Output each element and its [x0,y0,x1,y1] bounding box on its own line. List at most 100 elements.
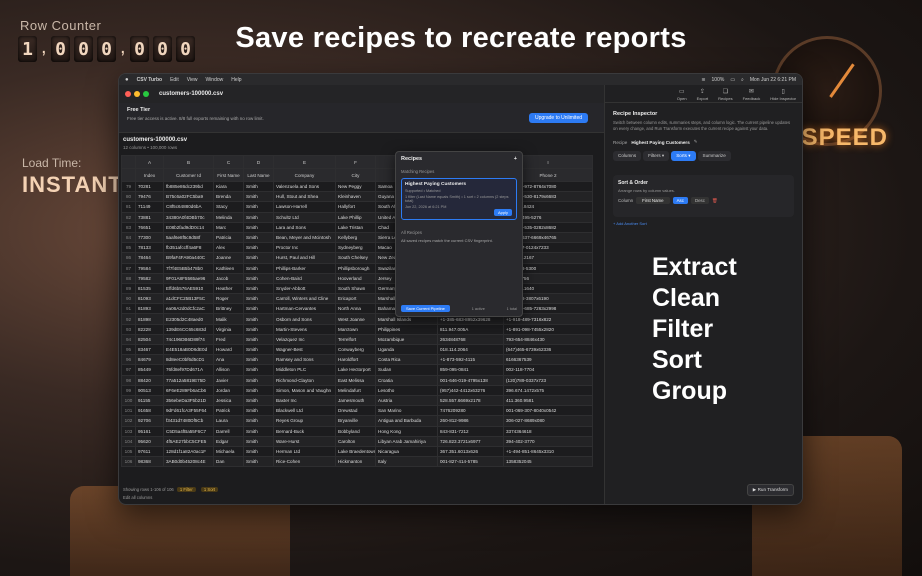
table-cell[interactable]: Smith [243,211,274,223]
desc-button[interactable]: Desc [690,197,709,204]
table-cell[interactable]: C8f5c64880d6bA [163,201,214,213]
table-cell[interactable]: Dan [213,456,244,468]
sort-badge[interactable]: 1 Sort [200,487,219,492]
table-row[interactable]: 93 82228 139dE6CC65c683d Virginia Smith Marti… [121,323,593,335]
table-cell[interactable]: Austria [375,394,438,407]
table-cell[interactable]: Hickmanton [335,456,376,468]
table-cell[interactable]: 811.947.005A [437,323,504,335]
table-cell[interactable]: Antigua and Barbuda [375,415,438,427]
run-transform-button[interactable]: ▶ Run Transform [746,484,794,496]
table-cell[interactable]: Phillips-Barker [273,262,336,274]
table-cell[interactable]: (120)789-0337x723 [503,374,593,386]
table-cell[interactable]: 91658 [135,405,164,417]
table-cell[interactable]: Osborn and Sons [273,313,336,325]
table-cell[interactable]: 394-402-3770 [503,435,593,447]
table-cell[interactable]: Lake Tristan [335,221,376,233]
table-cell[interactable]: Marctown [335,323,376,335]
trash-icon[interactable]: 🗑 [712,198,718,204]
table-cell[interactable]: 411.360.9581 [503,394,593,407]
row-number[interactable]: 89 [121,282,136,295]
column-select[interactable]: First Name [636,197,670,204]
minimize-button[interactable] [134,91,140,97]
toolbar-export-button[interactable]: ⇪ Export [697,88,709,101]
table-cell[interactable]: B75c6a02FC5ba9 [163,191,214,203]
table-cell[interactable]: 4f5AE27bbC5CFE5 [163,435,214,447]
tab-sorts[interactable]: Sorts ▾ [671,151,696,161]
table-cell[interactable]: 70281 [135,180,164,193]
row-number[interactable]: 102 [121,415,136,427]
table-cell[interactable]: 793-654-8846x430 [503,333,593,346]
table-cell[interactable]: 3AB0d0b45208c4E [163,456,214,468]
table-cell[interactable]: Carroll, Winters and Cline [273,293,336,305]
table-cell[interactable]: Hooverland [335,272,376,284]
table-cell[interactable]: fb351afccff4a6F8 [163,242,214,254]
table-cell[interactable]: a1dCFC25B13F5C [163,293,214,305]
table-cell[interactable]: Smith [243,374,274,386]
table-cell[interactable]: 2634848768 [437,333,504,346]
table-cell[interactable]: Darrell [213,425,244,437]
table-cell[interactable]: Smith [243,405,274,417]
table-cell[interactable]: Fred [213,333,244,346]
column-header[interactable]: Company [273,168,336,182]
table-cell[interactable]: 91155 [135,394,164,407]
table-cell[interactable]: 88420 [135,374,164,386]
table-cell[interactable]: Bryanville [335,415,376,427]
menu-window[interactable]: Window [205,77,223,83]
table-cell[interactable]: 85449 [135,364,164,376]
table-row[interactable]: 97 85449 76fd8ef97Dd671A Allison Smith Middle… [121,364,593,376]
table-cell[interactable]: 73881 [135,211,164,223]
table-cell[interactable]: Wagner-Best [273,343,336,356]
table-cell[interactable]: Smith [243,435,274,447]
table-cell[interactable]: 71149 [135,201,164,213]
table-cell[interactable]: Ana [213,354,244,366]
table-cell[interactable]: 79584 [135,262,164,274]
table-row[interactable]: 105 97611 128d1f1a82A0ac1F Michaela Smith Her… [121,445,593,458]
table-cell[interactable]: 95161 [135,425,164,437]
table-cell[interactable]: Mozambique [375,333,438,346]
table-cell[interactable]: Middleton PLC [273,364,336,376]
table-cell[interactable]: Kleinhaven [335,191,376,203]
table-cell[interactable]: Smith [243,252,274,264]
table-cell[interactable]: Lake Hectorport [335,364,376,376]
table-cell[interactable]: Proctor Inc [273,242,336,254]
table-cell[interactable]: 1358352045 [503,456,593,468]
table-cell[interactable]: 9F01A8F5565ae96 [163,272,214,284]
row-number[interactable]: 82 [121,211,136,223]
table-cell[interactable]: Marc [213,221,244,233]
datetime[interactable]: Mon Jun 22 6:21 PM [750,77,796,83]
column-header[interactable]: City [335,168,376,182]
table-cell[interactable]: Smith [243,191,274,203]
row-number[interactable]: 104 [121,435,136,447]
table-cell[interactable]: North Anna [335,303,376,315]
toolbar-recipes-button[interactable]: ❏ Recipes [718,88,732,101]
table-cell[interactable]: Nicaragua [375,445,438,458]
table-cell[interactable]: Brittney [213,303,244,315]
table-cell[interactable]: 84679 [135,354,164,366]
table-cell[interactable]: Smith [243,293,274,305]
table-cell[interactable]: 77a512a5819E75D [163,374,214,386]
table-cell[interactable]: 79476 [135,191,164,203]
table-cell[interactable]: Smith [243,415,274,427]
column-letter[interactable]: F [335,155,376,169]
table-cell[interactable]: C5D5a4fBa55F6C7 [163,425,214,437]
row-number[interactable]: 81 [121,201,136,213]
table-cell[interactable]: Smith [243,201,274,213]
column-letter[interactable]: A [135,155,164,169]
table-cell[interactable]: 306-027-8689x080 [503,415,593,427]
column-letter[interactable]: B [163,155,214,169]
toolbar-open-button[interactable]: ▭ Open [677,88,687,101]
toolbar-feedback-button[interactable]: ✉ Feedback [743,88,761,101]
table-cell[interactable]: 001-646-019-4795x138 [437,374,504,386]
tab-filters[interactable]: Filters ▾ [643,151,670,161]
table-cell[interactable]: Effd6b576AE5910 [163,282,214,295]
table-cell[interactable]: Carolton [335,435,376,447]
table-cell[interactable]: 97611 [135,445,164,458]
apply-button[interactable]: Apply [493,209,512,216]
table-cell[interactable]: Lake Braedentown [335,445,376,458]
table-cell[interactable]: Jessica [213,394,244,407]
table-cell[interactable]: Valenzuela and Sons [273,180,336,193]
table-cell[interactable]: Lesotho [375,384,438,396]
upgrade-button[interactable]: Upgrade to Unlimited [529,113,588,123]
table-cell[interactable]: Simon, Mason and Vaughn [273,384,336,396]
table-cell[interactable]: Bean, Meyer and Mcintosh [273,231,336,244]
